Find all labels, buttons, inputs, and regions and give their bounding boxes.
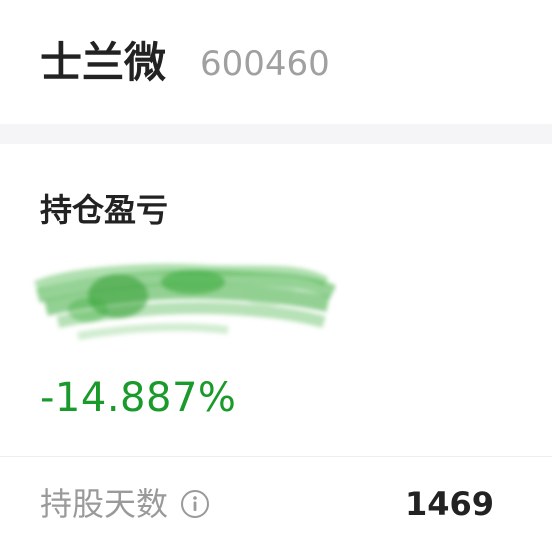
stock-code: 600460 (200, 44, 330, 84)
stock-name: 士兰微 (40, 38, 167, 87)
holding-days-row: 持股天数 (40, 482, 210, 526)
holding-days-label: 持股天数 (40, 485, 169, 523)
stock-header: 士兰微 600460 (0, 0, 552, 124)
holding-days-value: 1469 (404, 485, 494, 523)
section-divider (0, 124, 552, 144)
pnl-percent: -14.887% (40, 375, 237, 421)
info-icon[interactable] (180, 489, 210, 519)
pnl-amount-redacted (33, 263, 337, 340)
pnl-label: 持仓盈亏 (40, 191, 169, 229)
position-detail-page: 士兰微 600460 持仓盈亏 -14.887% 持股天数 1469 (0, 0, 552, 536)
row-divider (0, 456, 552, 457)
